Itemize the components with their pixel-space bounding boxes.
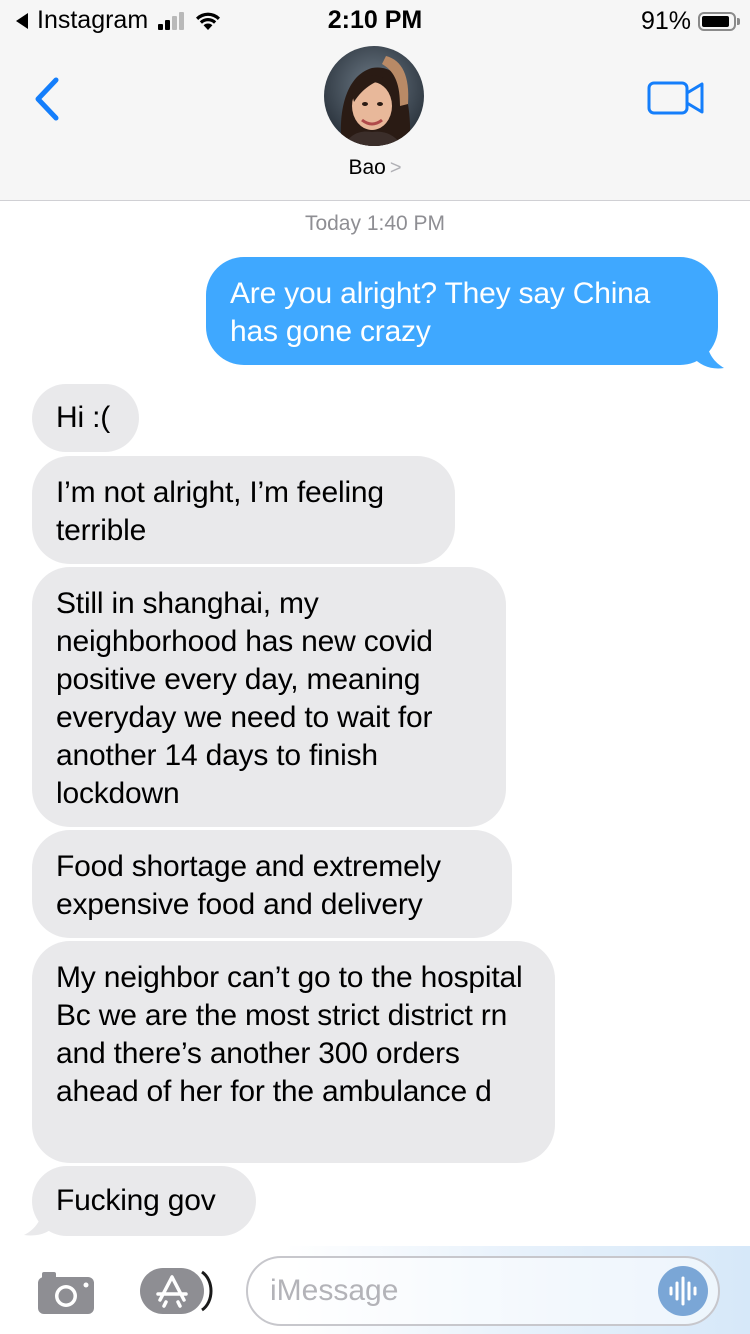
contact-avatar[interactable]	[324, 46, 424, 146]
incoming-bubble-tail	[24, 1205, 58, 1236]
message-field	[246, 1256, 720, 1326]
message-bubble-outgoing[interactable]: Are you alright? They say China has gone…	[206, 257, 718, 365]
thread-timestamp: Today 1:40 PM	[304, 212, 446, 235]
battery-percent: 91%	[640, 7, 691, 35]
message-bubble-incoming[interactable]: I’m not alright, I’m feeling terrible	[32, 456, 455, 564]
message-bubble-incoming[interactable]: Food shortage and extremely expensive fo…	[32, 830, 512, 938]
message-bubble-incoming[interactable]: Fucking gov	[32, 1166, 256, 1236]
message-bubble-incoming[interactable]: Still in shanghai, my neighborhood has n…	[32, 567, 506, 827]
battery-indicator: 91%	[640, 7, 740, 36]
conversation-header: Bao >	[0, 40, 750, 201]
message-bubble-incoming[interactable]: Hi :(	[32, 384, 139, 452]
contact-name[interactable]: Bao >	[0, 156, 750, 180]
status-time: 2:10 PM	[327, 6, 423, 34]
status-bar: Instagram 2:10 PM 91%	[0, 0, 750, 40]
chevron-left-icon[interactable]	[28, 74, 68, 124]
audio-message-button[interactable]	[658, 1266, 708, 1316]
message-bubble-incoming[interactable]: My neighbor can’t go to the hospital Bc …	[32, 941, 555, 1163]
messages-screen: Instagram 2:10 PM 91% Bao > Today 1:40 P…	[0, 0, 750, 1334]
app-store-icon[interactable]	[140, 1268, 214, 1314]
message-input[interactable]	[270, 1258, 630, 1324]
outgoing-bubble-tail	[692, 340, 724, 369]
compose-bar	[0, 1246, 750, 1334]
camera-icon[interactable]	[36, 1268, 96, 1316]
chevron-right-icon: >	[389, 157, 402, 179]
audio-waveform-icon	[669, 1276, 697, 1306]
battery-icon	[698, 12, 740, 31]
contact-name-label: Bao	[348, 156, 386, 179]
video-camera-icon[interactable]	[646, 78, 706, 118]
